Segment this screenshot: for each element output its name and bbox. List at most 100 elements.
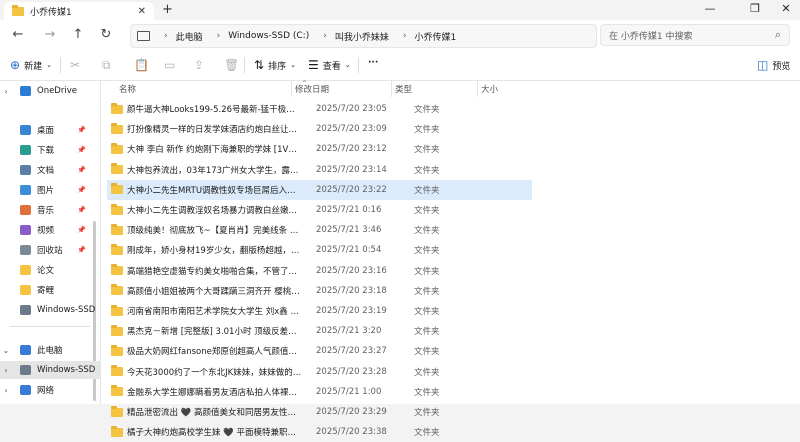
more-options-button[interactable]: ··· [368,58,378,68]
sidebar-item[interactable]: 文档 📌 [0,161,100,179]
breadcrumb-separator-icon[interactable]: › [403,31,407,41]
rename-icon[interactable]: ▭ [164,58,175,72]
column-header-name[interactable]: 名称 [119,83,136,95]
maximize-button[interactable]: ❐ [745,2,765,15]
location-icon [20,125,31,135]
folder-row[interactable]: 大神小二先生调教淫奴名场暴力调教白丝嫩萝莉 2025/7/21 0:16 文件夹 [107,200,532,220]
sidebar-item[interactable]: 论文 [0,261,100,279]
folder-row[interactable]: 极品大奶网红fansone郑原创超高人气颜值网红… 2025/7/20 23:27… [107,341,532,361]
file-name: 高端猎艳空虚猫专约美女啪啪合集，不管了，直… [127,266,303,277]
sidebar-item-label: Windows-SSD [37,365,96,375]
sidebar-item[interactable]: 寄鲤 [0,281,100,299]
folder-row[interactable]: 金融系大学生娜娜瞒着男友酒店私拍人体裸照、… 2025/7/21 1:00 文件夹 [107,382,532,402]
folder-row[interactable]: 高端猎艳空虚猫专约美女啪啪合集，不管了，直… 2025/7/20 23:16 文件夹 [107,261,532,281]
forward-button[interactable]: → [42,27,58,42]
close-window-button[interactable]: ✕ [776,2,796,15]
breadcrumb-item[interactable]: › Windows-SSD (C:) [203,30,310,43]
breadcrumb-label: 小乔传媒1 [414,32,457,43]
sidebar-item[interactable]: 回收站 📌 [0,241,100,259]
copy-icon[interactable]: ⧉ [102,58,111,73]
column-header-date[interactable]: 修改日期 [295,83,329,95]
file-modified-date: 2025/7/21 0:54 [316,245,382,256]
sidebar-item-label: 网络 [37,386,55,396]
tab-current-folder[interactable]: 小乔传媒1 ✕ [4,2,154,20]
folder-row[interactable]: 橘子大神约炮高校学生妹 🖤 平面模特兼职少女… 2025/7/20 23:38 文件… [107,422,532,442]
file-type: 文件夹 [414,347,440,358]
folder-row[interactable]: 精品泄密流出 🖤 高颜值美女和同居男友性爱自… 2025/7/20 23:29 文件… [107,402,532,422]
address-bar[interactable]: › 此电脑 › Windows-SSD (C:) › 叫我小乔妹妹 › 小乔传媒1 [130,24,597,48]
file-type: 文件夹 [414,327,440,338]
sidebar-item[interactable]: 图片 📌 [0,181,100,199]
view-icon: ☰ [308,58,319,72]
file-name: 河南省南阳市南阳艺术学院女大学生 刘x鑫 性… [127,307,303,317]
tab-close-icon[interactable]: ✕ [138,6,146,17]
minimize-button[interactable]: — [700,2,720,15]
breadcrumb-item[interactable]: › 此电脑 [150,30,203,43]
file-modified-date: 2025/7/20 23:12 [316,144,387,155]
expand-chevron-icon[interactable]: › [0,87,12,96]
paste-icon[interactable]: 📋 [134,58,149,72]
folder-row[interactable]: 刚成年，娇小身材19岁少女，翻版杨超越，【… 2025/7/21 0:54 文件夹 [107,240,532,260]
expand-chevron-icon[interactable]: ⌄ [0,346,12,355]
folder-icon [111,385,123,397]
breadcrumb-separator-icon[interactable]: › [217,31,221,41]
sidebar-item[interactable]: 音乐 📌 [0,201,100,219]
folder-row[interactable]: 颜牛逼大神Looks199-5.26号最新-猛干极度反… 2025/7/20 23… [107,99,532,119]
folder-icon [111,405,123,417]
search-box[interactable]: 在 小乔传媒1 中搜索 ⌕ [600,24,790,46]
plus-circle-icon: ⊕ [10,58,21,72]
expand-chevron-icon[interactable]: › [0,386,12,395]
chevron-down-icon: ⌄ [46,61,52,69]
sidebar-item-label: 下载 [37,146,55,156]
sort-button[interactable]: ⇅ 排序 ⌄ [254,58,296,72]
file-name: 大神小二先生调教淫奴名场暴力调教白丝嫩萝莉 [127,206,303,216]
folder-row[interactable]: 今天花3000约了一个东北JK妹妹，妹妹做的时… 2025/7/20 23:28 文… [107,362,532,382]
sidebar-item[interactable]: 下载 📌 [0,141,100,159]
folder-row[interactable]: 河南省南阳市南阳艺术学院女大学生 刘x鑫 性… 2025/7/20 23:19 文件… [107,301,532,321]
breadcrumb-item[interactable]: › 叫我小乔妹妹 [309,30,389,43]
view-button[interactable]: ☰ 查看 ⌄ [308,58,351,72]
folder-row[interactable]: 大神包养流出，03年173广州女大学生，露脸… 2025/7/20 23:14 文件… [107,160,532,180]
breadcrumb-separator-icon[interactable]: › [164,31,168,41]
sidebar-item[interactable]: › 网络 [0,381,100,399]
file-name: 大神 李白 新作 约炮刚下海兼职的学妹 [1V+72… [127,145,303,156]
breadcrumb-label: 此电脑 [175,32,203,43]
sidebar-item[interactable]: 桌面 📌 [0,121,100,139]
sidebar-item[interactable]: › OneDrive [0,82,100,100]
share-icon[interactable]: ⇪ [194,58,204,72]
folder-icon [12,4,24,16]
file-modified-date: 2025/7/20 23:38 [316,427,387,438]
folder-row[interactable]: 高颜值小姐姐被两个大哥蹂躏三洞齐开 樱桃小… 2025/7/20 23:18 文件夹 [107,281,532,301]
new-tab-button[interactable]: + [162,2,173,17]
sort-icon: ⇅ [254,58,265,72]
file-type: 文件夹 [414,387,440,398]
back-button[interactable]: ← [10,27,26,42]
file-type: 文件夹 [414,125,440,136]
folder-row[interactable]: 黑杰克－新增 [完整版] 3.01小时 顶级反差母狗… 2025/7/21 3:2… [107,321,532,341]
sidebar-item[interactable]: › Windows-SSD [0,361,100,379]
file-name: 顶级纯美！彻底放飞~【夏肖肖】完美线条 鸡巴… [127,226,303,237]
sidebar-item[interactable]: ⌄ 此电脑 [0,341,100,359]
delete-icon[interactable]: 🗑 [224,58,239,72]
sidebar-item[interactable]: Windows-SSD [0,301,100,319]
folder-row[interactable]: 大神 李白 新作 约炮刚下海兼职的学妹 [1V+72… 2025/7/20 23:… [107,139,532,159]
new-button[interactable]: ⊕ 新建 ⌄ [10,58,52,72]
preview-pane-button[interactable]: ◫ 预览 [757,58,790,72]
file-type: 文件夹 [414,226,440,237]
column-header-size[interactable]: 大小 [481,83,498,95]
cut-icon[interactable]: ✂ [70,58,80,72]
chevron-down-icon: ⌄ [290,61,296,69]
breadcrumb-item[interactable]: › 小乔传媒1 [389,30,456,43]
column-header-type[interactable]: 类型 [395,83,412,95]
file-type: 文件夹 [414,286,440,297]
folder-row[interactable]: 顶级纯美！彻底放飞~【夏肖肖】完美线条 鸡巴… 2025/7/21 3:46 文件夹 [107,220,532,240]
refresh-button[interactable]: ↻ [98,27,114,42]
folder-row[interactable]: 打扮像精灵一样的日发学妹酒店约炮白丝让金主… 2025/7/20 23:09 文件夹 [107,119,532,139]
folder-row[interactable]: 大神小二先生MRTU调教性奴专场巨屌后入手淫… 2025/7/20 23:22 文件… [107,179,532,200]
expand-chevron-icon[interactable]: › [0,366,12,375]
up-button[interactable]: ↑ [70,27,86,42]
breadcrumb-separator-icon[interactable]: › [323,31,327,41]
sidebar-item-label: 文档 [37,166,55,176]
command-bar: ⊕ 新建 ⌄ ✂ ⧉ 📋 ▭ ⇪ 🗑 ⇅ 排序 ⌄ ☰ 查看 ⌄ ··· ◫ 预… [0,50,800,81]
sidebar-item[interactable]: 视频 📌 [0,221,100,239]
